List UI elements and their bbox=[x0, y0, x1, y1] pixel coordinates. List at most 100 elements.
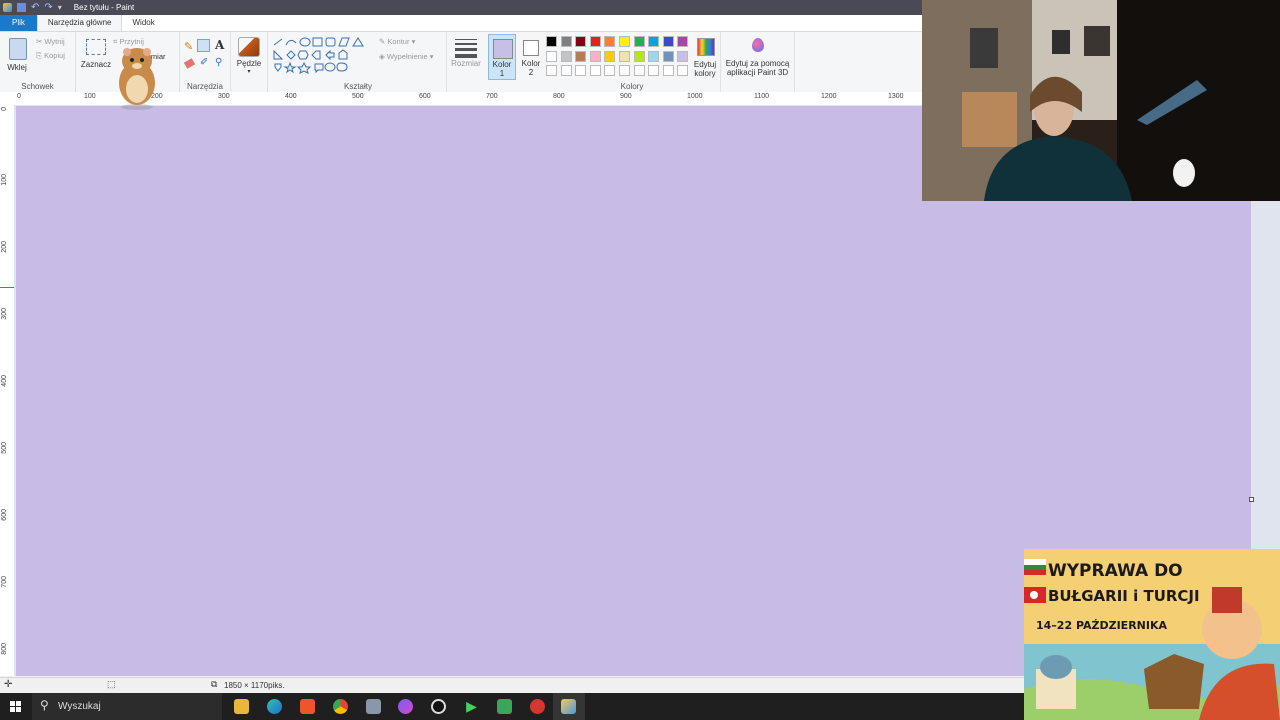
color-swatch[interactable] bbox=[619, 50, 630, 62]
ruler-tick-label: 0 bbox=[17, 93, 21, 100]
color-swatch[interactable] bbox=[633, 36, 645, 47]
cut-button[interactable]: ✂ Wytnij bbox=[36, 37, 65, 46]
canvas-size-icon: ⧉ bbox=[211, 679, 218, 689]
color-swatch[interactable] bbox=[604, 50, 616, 62]
app-icon-gray[interactable] bbox=[366, 699, 381, 714]
color1-button[interactable]: Kolor 1 bbox=[488, 34, 516, 80]
brave-icon[interactable] bbox=[300, 699, 315, 714]
fill-bucket-icon[interactable] bbox=[197, 39, 210, 52]
canvas-resize-handle[interactable] bbox=[1249, 497, 1254, 502]
select-rectangle-icon bbox=[86, 39, 106, 55]
color-swatch[interactable] bbox=[677, 50, 689, 62]
tab-view[interactable]: Widok bbox=[122, 15, 164, 31]
color-swatch[interactable] bbox=[662, 50, 674, 62]
color2-button[interactable]: Kolor 2 bbox=[518, 34, 544, 80]
color-swatch[interactable] bbox=[677, 36, 689, 47]
chrome-icon[interactable] bbox=[333, 699, 348, 714]
color-swatch[interactable] bbox=[560, 36, 572, 47]
cut-label: Wytnij bbox=[44, 37, 65, 46]
redo-icon[interactable]: ↷ bbox=[44, 3, 52, 13]
ruler-tick-label: 1100 bbox=[754, 93, 770, 100]
select-label: Zaznacz bbox=[80, 60, 112, 69]
color-swatch[interactable] bbox=[633, 65, 645, 77]
color-swatch[interactable] bbox=[589, 36, 601, 47]
color-swatch[interactable] bbox=[604, 65, 616, 77]
ruler-tick-label: 100 bbox=[1, 174, 8, 186]
color-swatch[interactable] bbox=[604, 36, 616, 47]
paste-button[interactable]: Wklej bbox=[4, 36, 30, 78]
shapes-group-label: Kształty bbox=[344, 82, 373, 91]
undo-icon[interactable]: ↶ bbox=[31, 3, 39, 13]
color-swatch[interactable] bbox=[560, 65, 572, 77]
copy-button[interactable]: ⎘ Kopiuj bbox=[36, 51, 65, 61]
shapes-gallery[interactable] bbox=[272, 37, 370, 77]
paint3d-icon bbox=[752, 38, 764, 52]
recorder-icon[interactable] bbox=[530, 699, 545, 714]
ribbon-tabs: Plik Narzędzia główne Widok bbox=[0, 15, 922, 32]
obs-icon[interactable] bbox=[431, 699, 446, 714]
color-picker-icon[interactable]: ✐ bbox=[200, 57, 208, 68]
active-app-indicator bbox=[553, 693, 585, 720]
magnifier-icon[interactable]: ⚲ bbox=[215, 57, 222, 68]
banner-line1: WYPRAWA DO bbox=[1048, 561, 1183, 581]
customize-qa-icon[interactable]: ▾ bbox=[58, 3, 62, 12]
color-swatch[interactable] bbox=[589, 65, 601, 77]
tab-home[interactable]: Narzędzia główne bbox=[36, 15, 123, 31]
text-tool-icon[interactable]: A bbox=[215, 38, 224, 52]
game-app-icon[interactable] bbox=[497, 699, 512, 714]
color-swatch[interactable] bbox=[619, 65, 630, 77]
shapes-group: ✎ Kontur ▾ ◈ Wypełnienie ▾ Kształty bbox=[268, 32, 447, 92]
clipboard-group-label: Schowek bbox=[21, 82, 54, 91]
ruler-tick-label: 1300 bbox=[888, 93, 904, 100]
color-swatch[interactable] bbox=[677, 65, 689, 77]
color-swatch[interactable] bbox=[633, 50, 645, 62]
hamster-sticker bbox=[119, 48, 155, 110]
outline-label: Kontur bbox=[387, 37, 410, 46]
save-icon[interactable] bbox=[17, 3, 26, 12]
color-swatch[interactable] bbox=[648, 36, 660, 47]
color-swatch[interactable] bbox=[546, 36, 557, 47]
edge-icon[interactable] bbox=[267, 699, 282, 714]
taskbar-search[interactable]: ⚲ Wyszukaj bbox=[32, 693, 222, 720]
color-swatch[interactable] bbox=[648, 65, 660, 77]
fill-label: Wypełnienie bbox=[386, 52, 428, 61]
taskbar: ⚲ Wyszukaj ▶ bbox=[0, 693, 1024, 720]
color-swatch[interactable] bbox=[575, 50, 587, 62]
outline-button[interactable]: ✎ Kontur ▾ bbox=[379, 37, 415, 46]
copy-label: Kopiuj bbox=[44, 51, 65, 60]
file-explorer-icon[interactable] bbox=[234, 699, 249, 714]
ruler-tick-label: 1000 bbox=[687, 93, 703, 100]
colors-group: Edytuj kolory Kolory bbox=[544, 32, 721, 92]
brushes-group[interactable]: Pędzle ▾ bbox=[231, 32, 268, 92]
select-button[interactable]: Zaznacz bbox=[80, 37, 112, 79]
windows-start-icon[interactable] bbox=[10, 701, 21, 712]
ruler-tick-label: 400 bbox=[285, 93, 297, 100]
pencil-icon[interactable]: ✎ bbox=[184, 40, 193, 53]
vertical-ruler: 0 100 200 300 400 500 600 700 800 bbox=[0, 105, 15, 676]
edit-colors-button[interactable]: Edytuj kolory bbox=[692, 36, 718, 80]
color-swatch[interactable] bbox=[560, 50, 572, 62]
tab-file[interactable]: Plik bbox=[0, 15, 37, 31]
banner-line3: 14–22 PAŹDZIERNIKA bbox=[1036, 619, 1168, 632]
color-swatch[interactable] bbox=[575, 65, 587, 77]
color1-number: 1 bbox=[499, 69, 505, 78]
color-swatch[interactable] bbox=[546, 50, 557, 62]
media-player-icon[interactable]: ▶ bbox=[464, 699, 479, 714]
brushes-label: Pędzle bbox=[236, 59, 262, 68]
messenger-icon[interactable] bbox=[398, 699, 413, 714]
color-swatch[interactable] bbox=[619, 36, 630, 47]
color-swatch[interactable] bbox=[589, 50, 601, 62]
color-swatch[interactable] bbox=[575, 36, 587, 47]
size-button[interactable]: Rozmiar bbox=[447, 32, 485, 92]
color2-number: 2 bbox=[528, 68, 534, 77]
eraser-icon[interactable] bbox=[183, 58, 196, 69]
color-swatch[interactable] bbox=[662, 65, 674, 77]
paint3d-button[interactable]: Edytuj za pomocą aplikacji Paint 3D bbox=[721, 32, 795, 92]
paint-app-icon bbox=[3, 3, 12, 12]
fill-button[interactable]: ◈ Wypełnienie ▾ bbox=[379, 52, 434, 61]
color-swatch[interactable] bbox=[662, 36, 674, 47]
color-swatch[interactable] bbox=[546, 65, 557, 77]
paint3d-label-2: aplikacji Paint 3D bbox=[726, 68, 789, 77]
ruler-tick-label: 500 bbox=[1, 442, 8, 454]
color-swatch[interactable] bbox=[648, 50, 660, 62]
